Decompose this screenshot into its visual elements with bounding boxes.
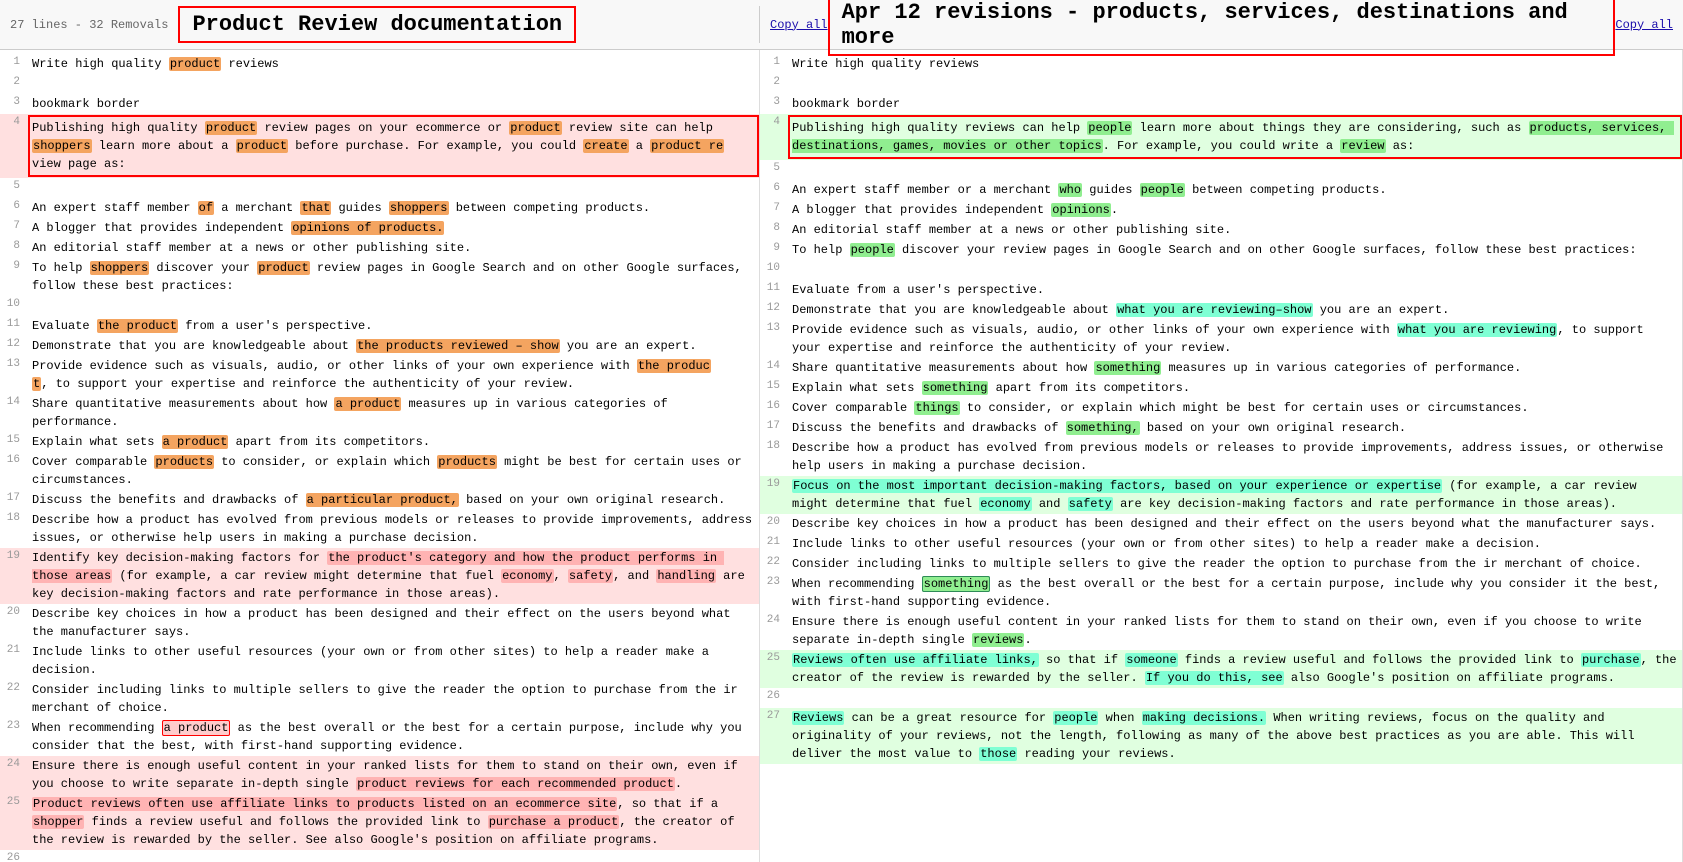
table-row: 27 Reviews can be a great resource for p…: [760, 708, 1682, 764]
table-row: 17 Discuss the benefits and drawbacks of…: [760, 418, 1682, 438]
table-row: 25 Product reviews often use affiliate l…: [0, 794, 759, 850]
table-row: 5: [0, 178, 759, 198]
left-panel-content: 1 Write high quality product reviews 2 3…: [0, 50, 759, 862]
table-row: 25 Reviews often use affiliate links, so…: [760, 650, 1682, 688]
left-panel[interactable]: 1 Write high quality product reviews 2 3…: [0, 50, 760, 862]
table-row: 11 Evaluate the product from a user's pe…: [0, 316, 759, 336]
table-row: 21 Include links to other useful resourc…: [760, 534, 1682, 554]
table-row: 22 Consider including links to multiple …: [760, 554, 1682, 574]
right-title: Apr 12 revisions - products, services, d…: [828, 0, 1616, 56]
table-row: 26: [760, 688, 1682, 708]
table-row: 26: [0, 850, 759, 862]
table-row: 15 Explain what sets a product apart fro…: [0, 432, 759, 452]
table-row: 12 Demonstrate that you are knowledgeabl…: [760, 300, 1682, 320]
table-row: 18 Describe how a product has evolved fr…: [760, 438, 1682, 476]
table-row: 20 Describe key choices in how a product…: [0, 604, 759, 642]
table-row: 13 Provide evidence such as visuals, aud…: [0, 356, 759, 394]
table-row: 7 A blogger that provides independent op…: [760, 200, 1682, 220]
table-row: 4 Publishing high quality reviews can he…: [760, 114, 1682, 160]
table-row: 10: [760, 260, 1682, 280]
table-row: 6 An expert staff member of a merchant t…: [0, 198, 759, 218]
highlight: product: [169, 57, 221, 71]
table-row: 9 To help people discover your review pa…: [760, 240, 1682, 260]
header-right: Copy all Apr 12 revisions - products, se…: [760, 0, 1683, 56]
table-row: 23 When recommending a product as the be…: [0, 718, 759, 756]
right-panel[interactable]: 1 Write high quality reviews 2 3 bookmar…: [760, 50, 1683, 862]
table-row: 2: [760, 74, 1682, 94]
table-row: 13 Provide evidence such as visuals, aud…: [760, 320, 1682, 358]
table-row: 16 Cover comparable things to consider, …: [760, 398, 1682, 418]
table-row: 20 Describe key choices in how a product…: [760, 514, 1682, 534]
table-row: 16 Cover comparable products to consider…: [0, 452, 759, 490]
table-row: 2: [0, 74, 759, 94]
table-row: 17 Discuss the benefits and drawbacks of…: [0, 490, 759, 510]
table-row: 22 Consider including links to multiple …: [0, 680, 759, 718]
table-row: 11 Evaluate from a user's perspective.: [760, 280, 1682, 300]
table-row: 1 Write high quality product reviews: [0, 54, 759, 74]
table-row: 15 Explain what sets something apart fro…: [760, 378, 1682, 398]
table-row: 14 Share quantitative measurements about…: [0, 394, 759, 432]
right-panel-content: 1 Write high quality reviews 2 3 bookmar…: [760, 50, 1682, 768]
copy-button-right[interactable]: Copy all: [1615, 18, 1673, 32]
left-title: Product Review documentation: [178, 6, 576, 43]
table-row: 8 An editorial staff member at a news or…: [0, 238, 759, 258]
table-row: 3 bookmark border: [760, 94, 1682, 114]
table-row: 19 Identify key decision-making factors …: [0, 548, 759, 604]
table-row: 8 An editorial staff member at a news or…: [760, 220, 1682, 240]
diff-panels: 1 Write high quality product reviews 2 3…: [0, 50, 1683, 862]
table-row: 10: [0, 296, 759, 316]
table-row: 12 Demonstrate that you are knowledgeabl…: [0, 336, 759, 356]
table-row: 3 bookmark border: [0, 94, 759, 114]
header: 27 lines - 32 Removals Product Review do…: [0, 0, 1683, 50]
table-row: 4 Publishing high quality product review…: [0, 114, 759, 178]
meta-info-left: 27 lines - 32 Removals: [10, 18, 168, 32]
table-row: 18 Describe how a product has evolved fr…: [0, 510, 759, 548]
copy-button-left[interactable]: Copy all: [770, 18, 828, 32]
table-row: 1 Write high quality reviews: [760, 54, 1682, 74]
table-row: 7 A blogger that provides independent op…: [0, 218, 759, 238]
table-row: 24 Ensure there is enough useful content…: [0, 756, 759, 794]
table-row: 5: [760, 160, 1682, 180]
table-row: 9 To help shoppers discover your product…: [0, 258, 759, 296]
main-container: 27 lines - 32 Removals Product Review do…: [0, 0, 1683, 862]
table-row: 23 When recommending something as the be…: [760, 574, 1682, 612]
table-row: 24 Ensure there is enough useful content…: [760, 612, 1682, 650]
table-row: 14 Share quantitative measurements about…: [760, 358, 1682, 378]
header-left: 27 lines - 32 Removals Product Review do…: [0, 6, 760, 43]
table-row: 6 An expert staff member or a merchant w…: [760, 180, 1682, 200]
table-row: 19 Focus on the most important decision-…: [760, 476, 1682, 514]
table-row: 21 Include links to other useful resourc…: [0, 642, 759, 680]
line-count: 27 lines - 32 Removals: [10, 18, 168, 32]
